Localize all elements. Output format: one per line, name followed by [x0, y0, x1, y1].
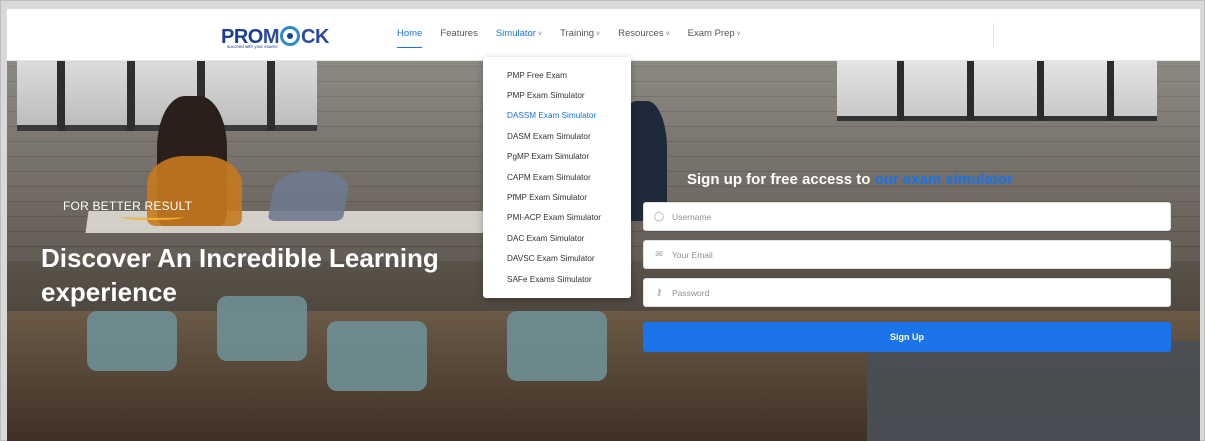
- menu-item-pfmp-exam-simulator[interactable]: PfMP Exam Simulator: [483, 187, 631, 207]
- key-icon: ⚷: [655, 287, 663, 297]
- nav-item-features[interactable]: Features: [440, 28, 478, 44]
- hero-background-chair-4: [507, 311, 607, 381]
- hero-background-window-right: [837, 61, 1157, 121]
- menu-item-pgmp-exam-simulator[interactable]: PgMP Exam Simulator: [483, 147, 631, 167]
- menu-item-dac-exam-simulator[interactable]: DAC Exam Simulator: [483, 228, 631, 248]
- logo-text-ck: CK: [301, 26, 329, 48]
- menu-item-capm-exam-simulator[interactable]: CAPM Exam Simulator: [483, 167, 631, 187]
- header-divider: [993, 23, 994, 47]
- menu-item-safe-exams-simulator[interactable]: SAFe Exams Simulator: [483, 269, 631, 289]
- menu-item-dassm-exam-simulator[interactable]: DASSM Exam Simulator: [483, 106, 631, 126]
- hero-background-chair-1: [87, 311, 177, 371]
- nav-item-training[interactable]: Training ˅: [560, 28, 600, 44]
- nav-item-label: Training: [560, 28, 595, 39]
- hero-background-chair-3: [327, 321, 427, 391]
- nav-item-label: Home: [397, 28, 423, 39]
- browser-frame: PROM CK succeed with your exams Home Featu…: [0, 0, 1205, 441]
- hero-tagline: FOR BETTER RESULT: [63, 199, 193, 213]
- logo[interactable]: PROM CK succeed with your exams: [221, 23, 329, 49]
- menu-item-pmp-free-exam[interactable]: PMP Free Exam: [483, 65, 631, 85]
- signup-title-text: Sign up for free access to: [687, 171, 875, 188]
- nav-item-label: Features: [440, 28, 478, 39]
- tagline-underline-decoration: [120, 214, 184, 220]
- hero-background-laptop: [267, 171, 352, 221]
- nav-item-label: Exam Prep: [687, 28, 735, 39]
- menu-item-pmp-exam-simulator[interactable]: PMP Exam Simulator: [483, 85, 631, 105]
- nav-item-label: Resources: [618, 28, 664, 39]
- envelope-icon: ✉: [655, 249, 663, 259]
- nav-item-exam-prep[interactable]: Exam Prep ˅: [688, 28, 741, 44]
- nav-item-simulator[interactable]: Simulator ˅: [496, 28, 542, 44]
- chevron-down-icon: ˅: [596, 31, 601, 38]
- menu-item-pmi-acp-exam-simulator[interactable]: PMI-ACP Exam Simulator: [483, 208, 631, 228]
- signup-title-link[interactable]: our exam simulator: [875, 171, 1013, 188]
- password-field[interactable]: ⚷: [643, 278, 1171, 307]
- hero-background-sofa: [867, 341, 1200, 441]
- nav-item-resources[interactable]: Resources ˅: [618, 28, 670, 44]
- signup-title: Sign up for free access to our exam simu…: [687, 171, 1013, 188]
- target-icon: [280, 26, 301, 46]
- password-input[interactable]: [672, 287, 1152, 298]
- site-header: PROM CK succeed with your exams Home Featu…: [7, 9, 1200, 61]
- email-field[interactable]: ✉: [643, 240, 1171, 269]
- chevron-down-icon: ˅: [537, 31, 543, 38]
- email-input[interactable]: [672, 249, 1152, 260]
- user-icon: ◯: [653, 211, 665, 221]
- nav-item-label: Simulator: [495, 28, 536, 39]
- menu-item-dasm-exam-simulator[interactable]: DASM Exam Simulator: [483, 126, 631, 146]
- chevron-down-icon: ˅: [736, 31, 741, 38]
- main-nav: Home Features Simulator ˅ Training ˅ Resources…: [397, 28, 759, 48]
- nav-item-home[interactable]: Home: [397, 28, 423, 48]
- signup-button[interactable]: Sign Up: [643, 322, 1171, 352]
- simulator-dropdown-menu: PMP Free Exam PMP Exam Simulator DASSM Exa…: [483, 57, 631, 298]
- menu-item-davsc-exam-simulator[interactable]: DAVSC Exam Simulator: [483, 249, 631, 269]
- chevron-down-icon: ˅: [665, 31, 670, 38]
- username-field[interactable]: ◯: [643, 202, 1171, 231]
- username-input[interactable]: [672, 211, 1152, 222]
- logo-tagline: succeed with your exams: [227, 44, 278, 49]
